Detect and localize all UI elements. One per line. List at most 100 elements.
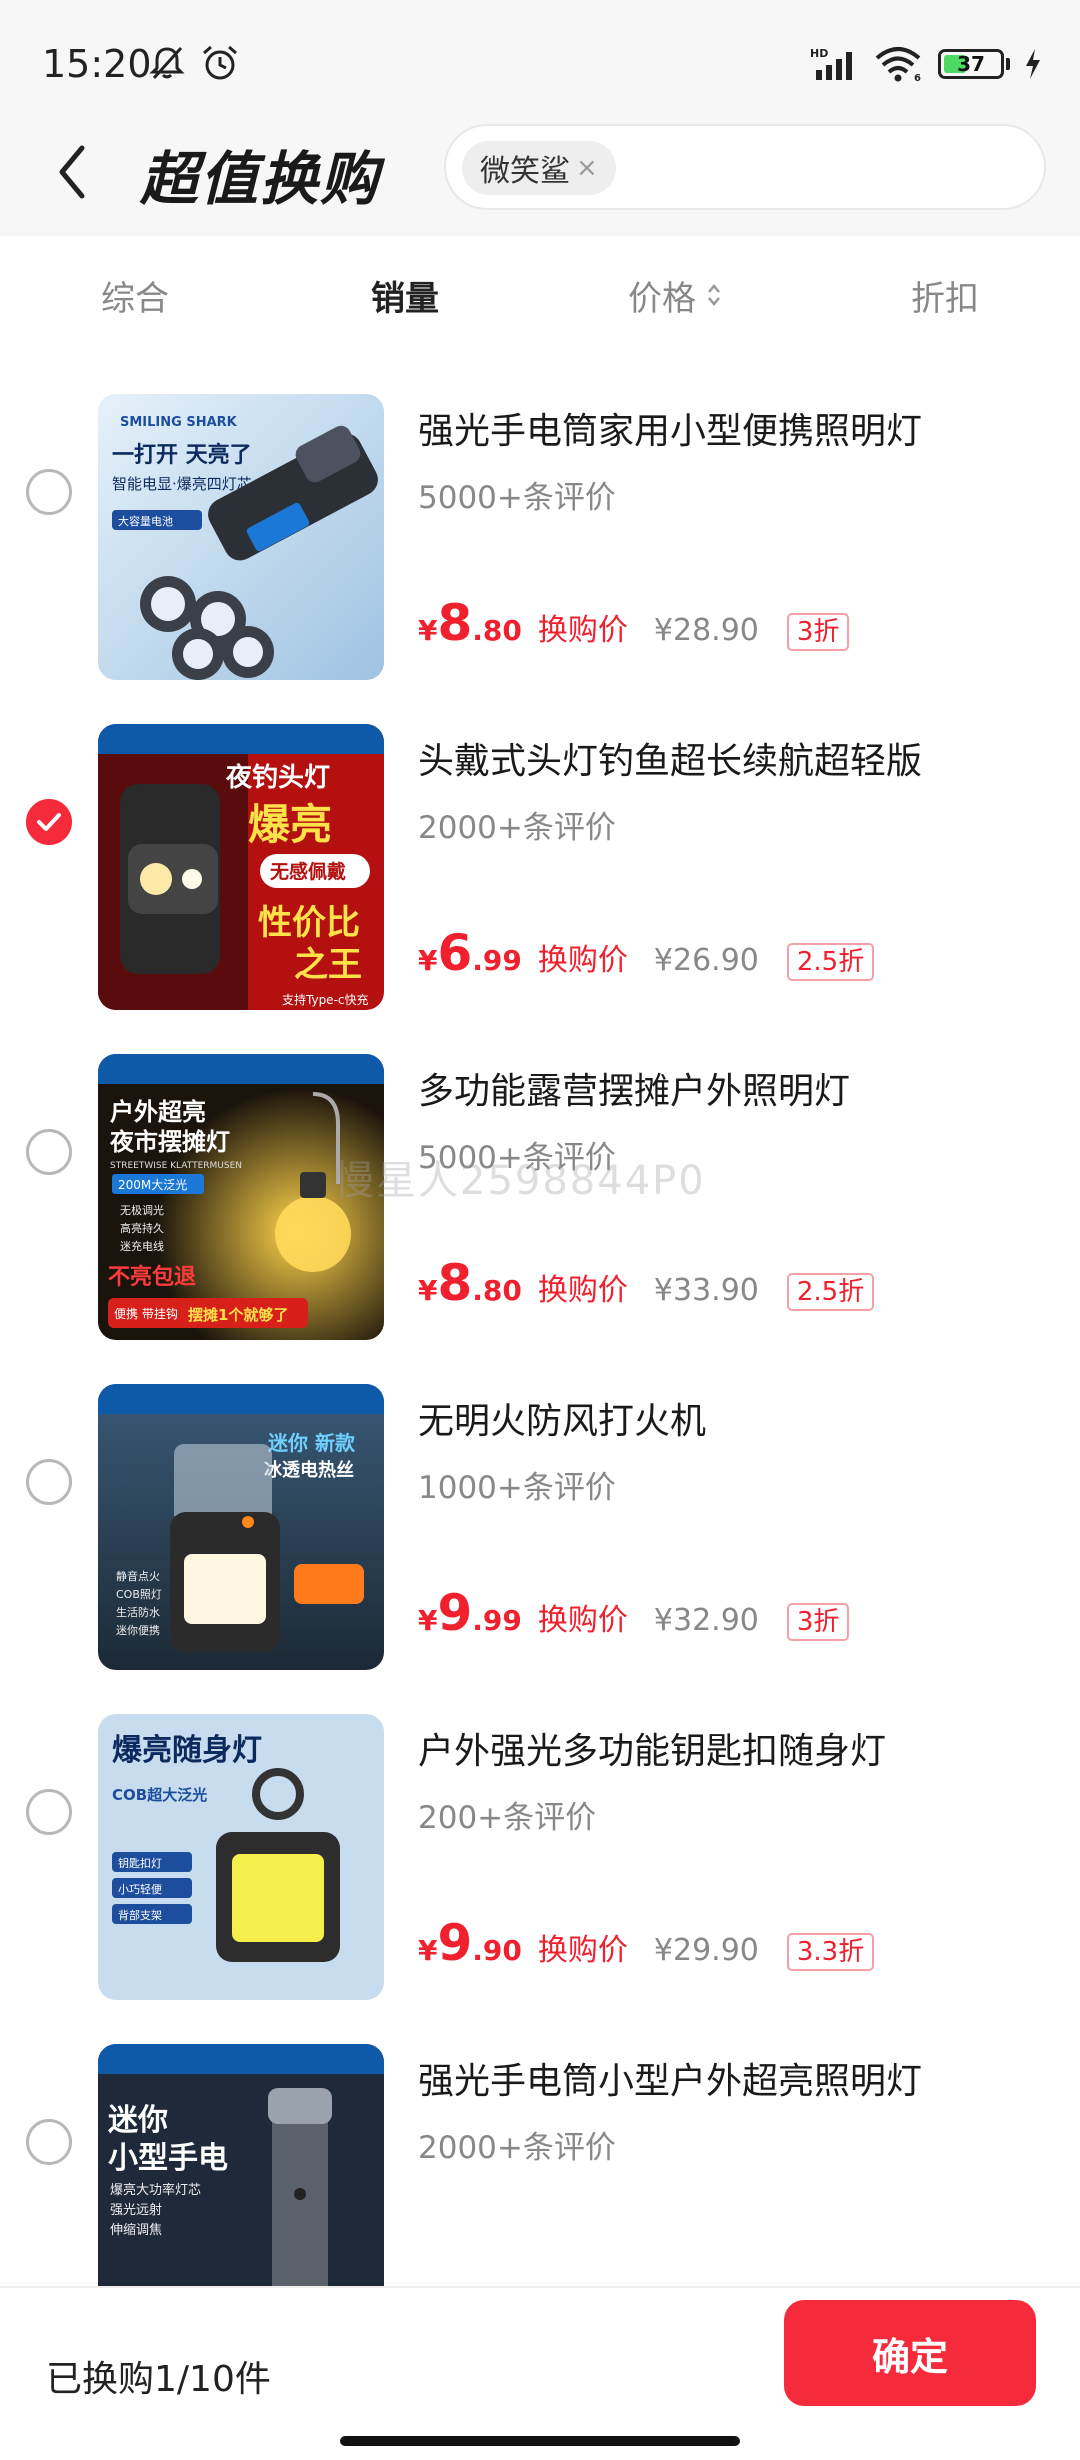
tab-discount[interactable]: 折扣 [810, 236, 1080, 354]
image-headline: 迷你 新款 [267, 1431, 356, 1455]
tab-sales[interactable]: 销量 [270, 236, 540, 354]
image-feature-2: 高亮持久 [120, 1221, 164, 1235]
back-button[interactable] [46, 134, 96, 210]
keychain-light-image: 爆亮随身灯 COB超大泛光 钥匙扣灯 小巧轻便 背部支架 [98, 1714, 384, 2000]
image-subline: 冰透电热丝 [264, 1459, 354, 1481]
tab-comprehensive[interactable]: 综合 [0, 236, 270, 354]
image-headline: 夜钓头灯 [225, 762, 330, 793]
image-headline-1: 户外超亮 [110, 1098, 206, 1126]
price-row: ¥ 9 .90 换购价 ¥29.90 3.3折 [418, 1914, 875, 1972]
image-feature-1: 钥匙扣灯 [118, 1856, 162, 1870]
mini-flashlight-image: 迷你 小型手电 爆亮大功率灯芯 强光远射 伸缩调焦 [98, 2044, 384, 2286]
sort-tab-bar: 综合 销量 价格 折扣 [0, 236, 1080, 354]
product-item[interactable]: 夜钓头灯 爆亮 无感佩戴 性价比 之王 支持Type-c快充 头戴式头灯钓鱼超长… [0, 684, 1080, 1014]
mute-bell-icon [149, 46, 185, 80]
image-feature-2: 小巧轻便 [118, 1882, 162, 1896]
product-image[interactable]: 爆亮随身灯 COB超大泛光 钥匙扣灯 小巧轻便 背部支架 [98, 1714, 384, 2000]
search-tag-chip[interactable]: 微笑鲨 × [462, 141, 616, 195]
price-decimal: .90 [472, 1934, 522, 1967]
price-label: 换购价 [537, 943, 628, 978]
footer-bar: 已换购1/10件 确定 [0, 2286, 1080, 2460]
status-icons-left [148, 44, 240, 82]
image-headline-1: 迷你 [108, 2103, 168, 2138]
image-feature-2: COB照灯 [116, 1588, 162, 1601]
product-item[interactable]: 爆亮随身灯 COB超大泛光 钥匙扣灯 小巧轻便 背部支架 户外强光多功能钥匙扣随… [0, 1674, 1080, 2004]
confirm-button[interactable]: 确定 [784, 2300, 1036, 2406]
chip-close-icon[interactable]: × [576, 153, 598, 183]
wifi-gen-label: 6 [914, 73, 921, 82]
original-price: ¥32.90 [653, 1603, 759, 1638]
image-highlight: 爆亮 [248, 800, 332, 849]
image-guarantee: 不亮包退 [108, 1264, 196, 1290]
price-label: 换购价 [537, 613, 628, 648]
search-tag-label: 微笑鲨 [480, 154, 570, 189]
product-image[interactable]: SMILING SHARK 一打开 天亮了 智能电显·爆亮四灯芯 大容量电池 [98, 394, 384, 680]
original-price: ¥28.90 [653, 613, 759, 648]
image-cta: 摆摊1个就够了 [188, 1306, 288, 1324]
product-title: 无明火防风打火机 [418, 1401, 707, 1442]
image-subline: COB超大泛光 [112, 1786, 207, 1804]
home-indicator[interactable] [340, 2436, 740, 2446]
screen: 15:20 HD 6 37 超值换购 微笑鲨 × 综合 销量 价格 折扣 SMI… [0, 0, 1080, 2460]
image-badge: 无感佩戴 [270, 860, 346, 883]
status-time: 15:20 [42, 42, 152, 86]
network-type-label: HD [810, 47, 828, 60]
select-radio[interactable] [26, 1129, 72, 1175]
back-arrow-icon [59, 145, 85, 199]
review-count: 200+条评价 [418, 1800, 597, 1836]
battery-tip [1006, 58, 1010, 70]
select-radio[interactable] [26, 469, 72, 515]
product-item[interactable]: 迷你 新款 冰透电热丝 静音点火 COB照灯 生活防水 迷你便携 无明火防风打火… [0, 1344, 1080, 1674]
search-box[interactable]: 微笑鲨 × [444, 124, 1046, 210]
watermark: 慢星人2598844P0 [334, 1158, 706, 1204]
status-right: HD 6 37 [810, 46, 1042, 82]
price-label: 换购价 [537, 1933, 628, 1968]
select-radio-checked[interactable] [26, 799, 72, 845]
exchange-count: 已换购1/10件 [46, 2359, 271, 2400]
image-feature-1: 静音点火 [116, 1569, 160, 1583]
image-feature-3: 迷充电线 [120, 1239, 164, 1253]
product-image[interactable]: 迷你 小型手电 爆亮大功率灯芯 强光远射 伸缩调焦 [98, 2044, 384, 2286]
currency-symbol: ¥ [418, 1934, 438, 1967]
wifi-icon: 6 [875, 47, 921, 82]
image-subline: 智能电显·爆亮四灯芯 [112, 475, 252, 493]
image-headline-2: 夜市摆摊灯 [109, 1128, 230, 1156]
price-integer: 8 [437, 1254, 473, 1312]
image-badge: 大容量电池 [118, 514, 173, 528]
image-footnote: 支持Type-c快充 [282, 992, 369, 1007]
header-bar: 超值换购 微笑鲨 × [0, 110, 1080, 236]
price-integer: 6 [437, 924, 473, 982]
signal-icon: HD [810, 47, 852, 80]
discount-badge: 2.5折 [786, 1273, 875, 1311]
discount-badge: 3折 [786, 613, 850, 651]
image-tagline: STREETWISE KLATTERMUSEN [110, 1161, 242, 1171]
select-radio[interactable] [26, 1789, 72, 1835]
currency-symbol: ¥ [418, 1604, 438, 1637]
lighter-image: 迷你 新款 冰透电热丝 静音点火 COB照灯 生活防水 迷你便携 [98, 1384, 384, 1670]
product-image[interactable]: 迷你 新款 冰透电热丝 静音点火 COB照灯 生活防水 迷你便携 [98, 1384, 384, 1670]
product-image[interactable]: 夜钓头灯 爆亮 无感佩戴 性价比 之王 支持Type-c快充 [98, 724, 384, 1010]
review-count: 5000+条评价 [418, 480, 616, 516]
image-slogan-1: 性价比 [258, 903, 360, 943]
price-decimal: .99 [472, 944, 522, 977]
price-row: ¥ 6 .99 换购价 ¥26.90 2.5折 [418, 924, 875, 982]
product-item[interactable]: SMILING SHARK 一打开 天亮了 智能电显·爆亮四灯芯 大容量电池 强… [0, 354, 1080, 684]
select-radio[interactable] [26, 2119, 72, 2165]
original-price: ¥26.90 [653, 943, 759, 978]
tab-price[interactable]: 价格 [540, 236, 810, 354]
price-row: ¥ 9 .99 换购价 ¥32.90 3折 [418, 1584, 850, 1642]
tab-label: 销量 [371, 278, 439, 319]
review-count: 2000+条评价 [418, 810, 616, 846]
image-feature-1: 爆亮大功率灯芯 [110, 2182, 201, 2198]
sort-arrows-icon [708, 284, 720, 306]
product-item[interactable]: 迷你 小型手电 爆亮大功率灯芯 强光远射 伸缩调焦 强光手电筒小型户外超亮照明灯… [0, 2004, 1080, 2286]
discount-badge: 3.3折 [786, 1933, 875, 1971]
image-slogan-2: 之王 [294, 945, 362, 985]
product-title: 头戴式头灯钓鱼超长续航超轻版 [418, 741, 923, 782]
currency-symbol: ¥ [418, 1274, 438, 1307]
select-radio[interactable] [26, 1459, 72, 1505]
battery-level: 37 [957, 52, 985, 76]
price-integer: 8 [437, 594, 473, 652]
price-integer: 9 [437, 1584, 473, 1642]
battery-icon: 37 [938, 49, 1004, 79]
